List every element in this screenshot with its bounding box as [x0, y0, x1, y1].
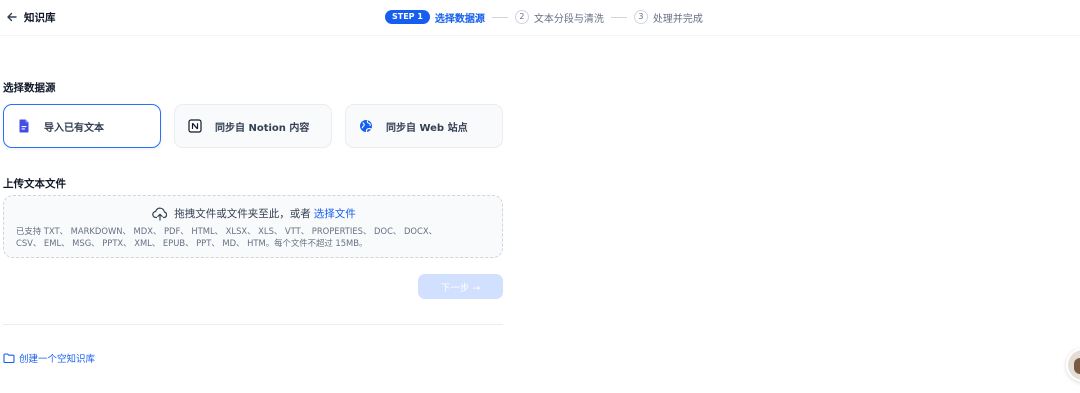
supported-formats-line-2: CSV、 EML、 MSG、 PPTX、 XML、 EPUB、 PPT、 MD、…: [16, 238, 368, 248]
supported-formats-text: 已支持 TXT、 MARKDOWN、 MDX、 PDF、 HTML、 XLSX、…: [16, 225, 496, 249]
step-3-label: 处理并完成: [652, 13, 703, 25]
source-option-label: 导入已有文本: [44, 122, 104, 134]
upload-heading: 上传文本文件: [3, 178, 66, 190]
file-text-icon: [16, 118, 32, 134]
notion-icon: [187, 118, 203, 134]
source-option-web[interactable]: 同步自 Web 站点: [345, 104, 503, 148]
source-option-label: 同步自 Web 站点: [386, 122, 468, 134]
file-dropzone[interactable]: 拖拽文件或文件夹至此，或者 选择文件 已支持 TXT、 MARKDOWN、 MD…: [3, 195, 503, 258]
dropzone-prompt: 拖拽文件或文件夹至此，或者: [174, 208, 311, 220]
arrow-left-icon[interactable]: [4, 8, 20, 26]
page-title: 知识库: [24, 12, 56, 24]
supported-formats-line-1: 已支持 TXT、 MARKDOWN、 MDX、 PDF、 HTML、 XLSX、…: [16, 226, 437, 236]
source-option-import-text[interactable]: 导入已有文本: [3, 104, 161, 148]
step-3-number: 3: [633, 10, 648, 24]
step-1-badge: STEP 1: [385, 10, 430, 24]
cloud-upload-icon: [152, 207, 168, 221]
globe-icon: [358, 118, 374, 134]
step-indicator: STEP 1 选择数据源 2 文本分段与清洗 3 处理并完成: [385, 8, 703, 26]
step-separator: [610, 16, 627, 18]
avatar-face: [1074, 358, 1080, 374]
source-option-notion[interactable]: 同步自 Notion 内容: [174, 104, 332, 148]
section-divider: [3, 324, 503, 325]
assistant-avatar[interactable]: [1066, 348, 1080, 382]
top-bar: 知识库 STEP 1 选择数据源 2 文本分段与清洗 3 处理并完成: [0, 0, 1080, 36]
step-2-number: 2: [514, 10, 529, 24]
create-empty-label: 创建一个空知识库: [19, 354, 96, 365]
folder-icon: [3, 352, 15, 364]
data-source-heading: 选择数据源: [3, 82, 56, 94]
create-empty-knowledge-base-link[interactable]: 创建一个空知识库: [3, 351, 95, 365]
step-1-label: 选择数据源: [434, 13, 485, 25]
dropzone-prompt-row: 拖拽文件或文件夹至此，或者 选择文件: [4, 206, 504, 221]
step-2-label: 文本分段与清洗: [533, 13, 604, 25]
next-step-button[interactable]: 下一步 →: [418, 274, 503, 299]
source-option-label: 同步自 Notion 内容: [215, 122, 310, 134]
step-separator: [491, 16, 508, 18]
choose-file-link[interactable]: 选择文件: [314, 206, 356, 221]
